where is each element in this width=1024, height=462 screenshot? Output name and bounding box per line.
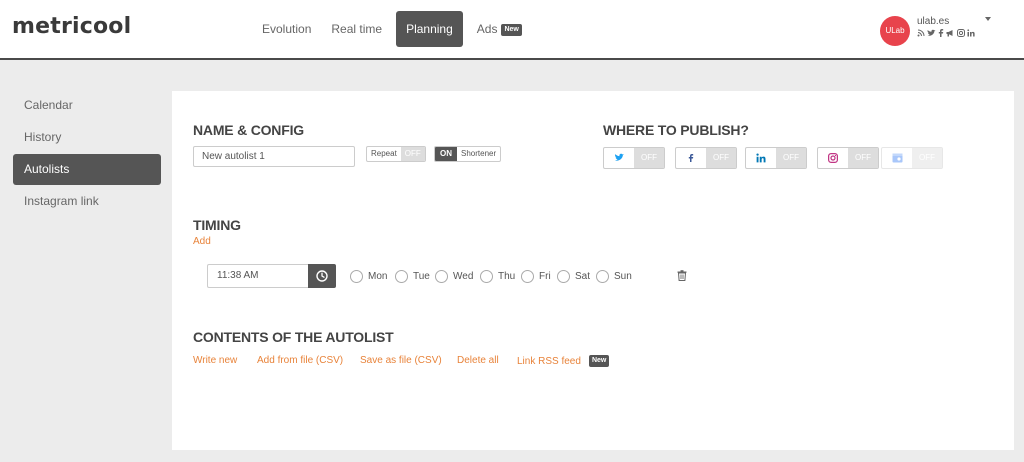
nav-ads[interactable]: Ads New (467, 11, 532, 47)
sidebar: Calendar History Autolists Instagram lin… (13, 90, 161, 218)
publish-facebook-toggle[interactable]: OFF (675, 147, 737, 169)
publish-instagram-toggle[interactable]: OFF (817, 147, 879, 169)
linkedin-off-label: OFF (776, 148, 806, 168)
fri-radio[interactable] (521, 269, 534, 283)
add-from-file-link[interactable]: Add from file (CSV) (257, 355, 343, 366)
delete-all-link[interactable]: Delete all (457, 355, 499, 366)
main-nav: Evolution Real time Planning Ads New (252, 11, 532, 47)
clock-button[interactable] (308, 264, 336, 288)
mon-label: Mon (368, 270, 388, 282)
fri-label: Fri (539, 270, 551, 282)
top-header: metricool Evolution Real time Planning A… (0, 0, 1024, 60)
nav-planning[interactable]: Planning (396, 11, 463, 47)
publish-linkedin-toggle[interactable]: OFF (745, 147, 807, 169)
repeat-toggle[interactable]: Repeat OFF (366, 146, 426, 162)
sun-label: Sun (614, 270, 632, 282)
wed-label: Wed (453, 270, 474, 282)
publish-google-my-business-toggle[interactable]: OFF (881, 147, 943, 169)
tue-radio[interactable] (395, 269, 408, 283)
megaphone-icon (946, 30, 953, 37)
shortener-toggle[interactable]: ON Shortener (434, 146, 502, 162)
instagram-icon (957, 29, 965, 37)
account-name[interactable]: ulab.es (917, 16, 949, 27)
day-sat[interactable]: Sat (557, 268, 590, 284)
timing-heading: TIMING (193, 217, 241, 233)
thu-label: Thu (498, 270, 516, 282)
wed-radio[interactable] (435, 269, 448, 283)
sidebar-item-calendar[interactable]: Calendar (13, 90, 161, 121)
instagram-off-label: OFF (848, 148, 878, 168)
google-my-business-off-label: OFF (912, 148, 942, 168)
account-networks (917, 29, 975, 37)
publish-twitter-toggle[interactable]: OFF (603, 147, 665, 169)
sidebar-item-instagram-link[interactable]: Instagram link (13, 186, 161, 217)
shortener-state: ON (435, 147, 457, 161)
sat-radio[interactable] (557, 269, 570, 283)
sidebar-item-autolists[interactable]: Autolists (13, 154, 161, 185)
day-thu[interactable]: Thu (480, 268, 515, 284)
where-to-publish-heading: WHERE TO PUBLISH? (603, 122, 749, 138)
repeat-state: OFF (400, 147, 425, 161)
facebook-icon (938, 29, 944, 37)
sat-label: Sat (575, 270, 591, 282)
autolist-name-input[interactable]: New autolist 1 (193, 146, 355, 167)
instagram-icon (818, 148, 848, 168)
autolist-editor: NAME & CONFIG New autolist 1 Repeat OFF … (172, 91, 1014, 450)
twitter-icon (927, 29, 936, 36)
repeat-label: Repeat (371, 149, 397, 158)
google-my-business-icon (882, 148, 912, 168)
name-config-heading: NAME & CONFIG (193, 122, 304, 138)
link-rss-feed-link[interactable]: Link RSS feed New (517, 355, 610, 367)
link-rss-feed-label: Link RSS feed (517, 356, 581, 367)
twitter-off-label: OFF (634, 148, 664, 168)
chevron-down-icon[interactable] (985, 17, 991, 21)
tue-label: Tue (413, 270, 430, 282)
new-badge: New (588, 355, 610, 367)
sidebar-item-history[interactable]: History (13, 122, 161, 153)
facebook-off-label: OFF (706, 148, 736, 168)
new-badge: New (501, 24, 522, 36)
shortener-label: Shortener (461, 149, 497, 158)
write-new-link[interactable]: Write new (193, 355, 237, 366)
time-input[interactable]: 11:38 AM (207, 264, 308, 288)
rss-icon (917, 29, 925, 37)
sun-radio[interactable] (596, 269, 609, 283)
mon-radio[interactable] (350, 269, 363, 283)
add-time-link[interactable]: Add (193, 236, 211, 247)
linkedin-icon (967, 29, 975, 37)
day-wed[interactable]: Wed (435, 268, 473, 284)
facebook-icon (676, 148, 706, 168)
avatar[interactable]: ULab (880, 16, 910, 46)
clock-icon (316, 270, 328, 282)
nav-evolution[interactable]: Evolution (252, 11, 321, 47)
metricool-logo[interactable]: metricool (12, 14, 131, 39)
day-tue[interactable]: Tue (395, 268, 430, 284)
nav-real-time[interactable]: Real time (321, 11, 392, 47)
day-mon[interactable]: Mon (350, 268, 387, 284)
linkedin-icon (746, 148, 776, 168)
thu-radio[interactable] (480, 269, 493, 283)
twitter-icon (604, 148, 634, 168)
save-as-file-link[interactable]: Save as file (CSV) (360, 355, 442, 366)
day-sun[interactable]: Sun (596, 268, 632, 284)
trash-icon[interactable] (677, 270, 687, 284)
contents-heading: CONTENTS OF THE AUTOLIST (193, 329, 394, 345)
nav-ads-label: Ads (476, 22, 498, 36)
day-fri[interactable]: Fri (521, 268, 551, 284)
